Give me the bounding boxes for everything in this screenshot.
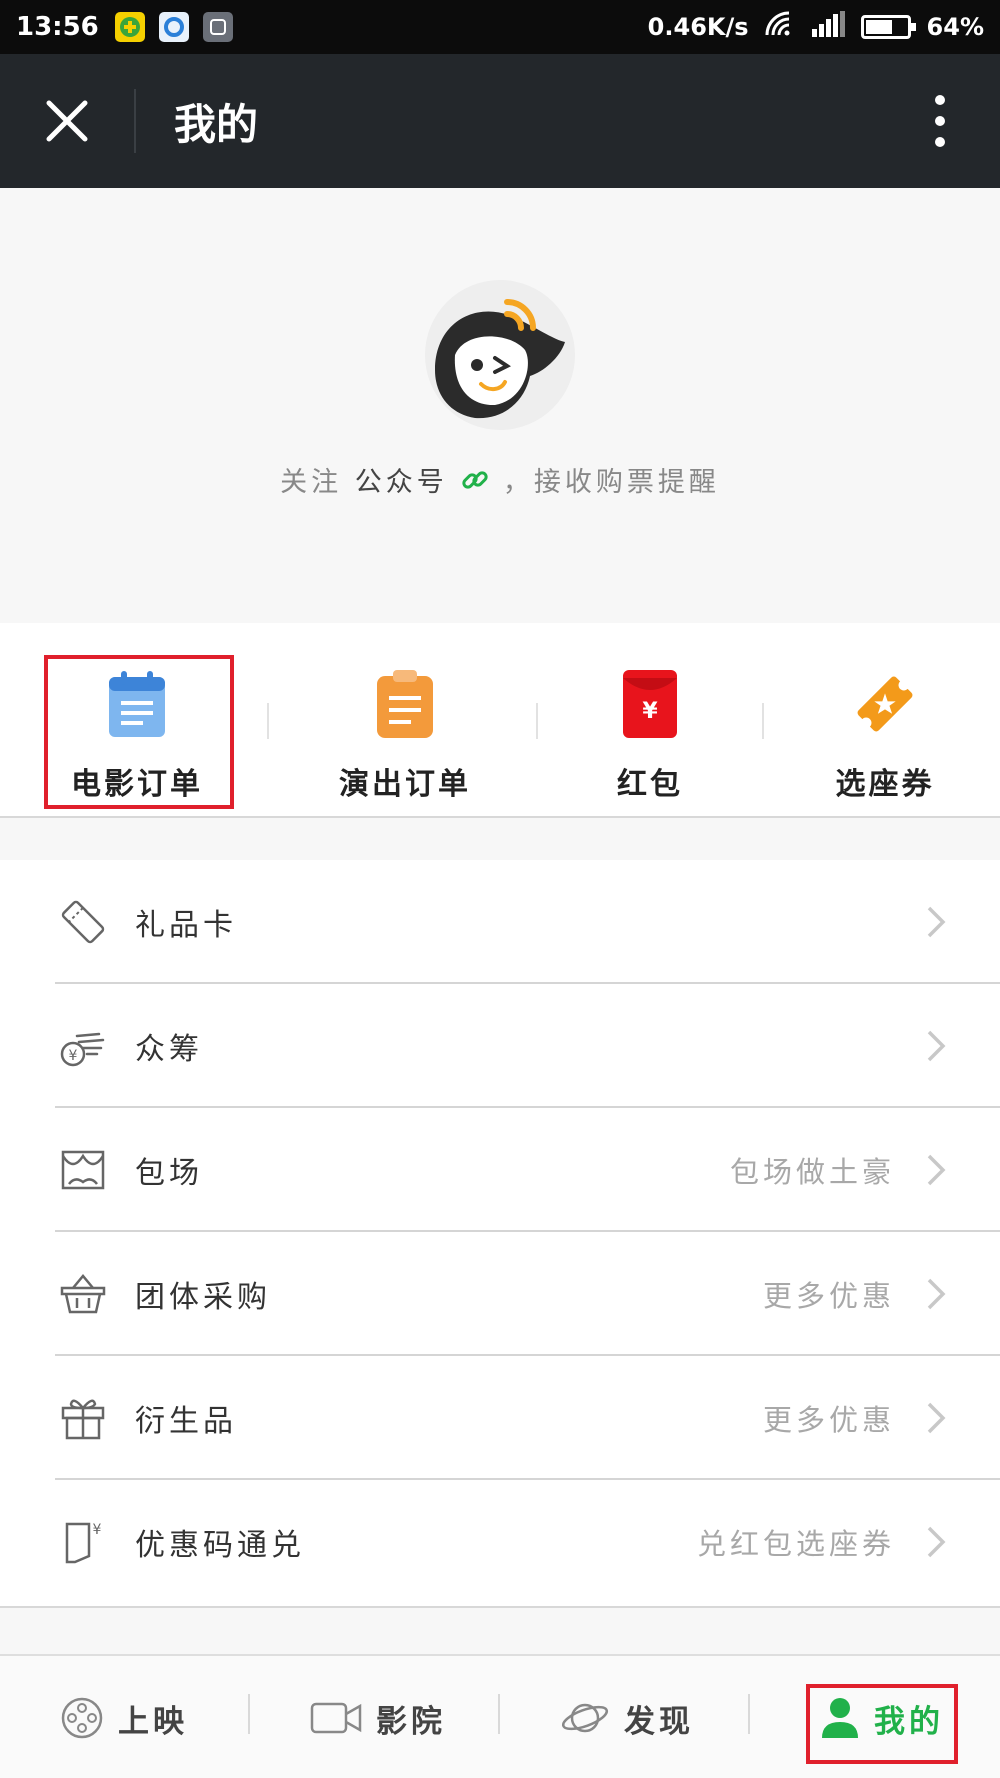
menu-item-promo-code[interactable]: ¥ 优惠码通兑 兑红包选座券	[0, 1480, 1000, 1604]
menu-item-hint: 更多优惠	[762, 1279, 895, 1313]
coupon-code-icon: ¥	[65, 1522, 102, 1564]
follow-prefix: 关注	[280, 467, 343, 498]
menu-item-crowdfunding[interactable]: ¥ 众筹	[0, 984, 1000, 1108]
menu-item-label: 众筹	[135, 1032, 203, 1067]
tab-separator	[248, 1694, 250, 1734]
crowdfunding-hand-icon: ¥	[60, 1032, 105, 1067]
chevron-right-icon	[927, 1154, 946, 1186]
quick-action-label: 选座券	[835, 767, 935, 802]
app-notification-icon	[114, 12, 145, 42]
svg-text:¥: ¥	[69, 1048, 78, 1064]
theater-icon	[61, 1150, 105, 1190]
bottom-tab-bar: 上映 影院 发现 我的	[0, 1654, 1000, 1778]
quick-separator	[267, 703, 269, 739]
status-bar: 13:56 0.46K/s 64%	[0, 0, 1000, 54]
network-speed: 0.46K/s	[647, 13, 749, 41]
tab-separator	[498, 1694, 500, 1734]
menu-item-group-purchase[interactable]: 团体采购 更多优惠	[0, 1232, 1000, 1356]
chevron-right-icon	[927, 1526, 946, 1558]
link-icon[interactable]	[460, 465, 490, 495]
battery-percent: 64%	[926, 13, 984, 41]
chevron-right-icon	[927, 906, 946, 938]
wifi-icon	[765, 11, 795, 43]
gift-card-icon	[61, 900, 105, 944]
basket-icon	[60, 1274, 106, 1314]
close-button[interactable]	[0, 54, 134, 188]
battery-fill	[865, 20, 892, 34]
menu-item-hint: 兑红包选座券	[696, 1527, 895, 1561]
title-bar: 我的	[0, 54, 1000, 188]
menu-item-label: 优惠码通兑	[135, 1528, 305, 1563]
ticket-star-icon	[857, 676, 913, 732]
tab-discover[interactable]: 发现	[560, 1656, 694, 1778]
camera-icon	[310, 1702, 362, 1734]
menu-item-label: 礼品卡	[135, 908, 237, 943]
official-account-link[interactable]: 公众号	[355, 467, 448, 498]
follow-prompt: 关注 公众号 ，接收购票提醒	[0, 460, 1000, 499]
menu-item-label: 包场	[135, 1156, 203, 1191]
clipboard-icon	[377, 670, 433, 738]
tab-label: 影院	[376, 1703, 446, 1740]
profile-header: 关注 公众号 ，接收购票提醒	[0, 188, 1000, 623]
follow-suffix: ，接收购票提醒	[502, 467, 720, 498]
movie-orders-highlight	[44, 655, 234, 809]
menu-item-gift-card[interactable]: 礼品卡	[0, 860, 1000, 984]
quick-action-label: 演出订单	[339, 767, 471, 802]
menu-item-hint: 包场做土豪	[729, 1155, 895, 1189]
quick-separator	[762, 703, 764, 739]
tool-notification-icon	[202, 12, 233, 42]
planet-icon	[561, 1703, 609, 1733]
avatar[interactable]	[425, 280, 575, 430]
menu-item-merchandise[interactable]: 衍生品 更多优惠	[0, 1356, 1000, 1480]
film-reel-icon	[61, 1697, 103, 1739]
tab-label: 上映	[118, 1703, 188, 1740]
show-orders-button[interactable]: 演出订单	[305, 623, 505, 818]
tab-now-showing[interactable]: 上映	[60, 1656, 188, 1778]
mascot-avatar-icon	[425, 280, 575, 430]
chevron-right-icon	[927, 1278, 946, 1310]
tab-label: 发现	[624, 1703, 694, 1740]
page-title: 我的	[174, 99, 259, 149]
menu-list: 礼品卡 ¥ 众筹 包场 包场做土豪 团体采购 更多优惠 衍生品 更多优惠 ¥ 优…	[0, 860, 1000, 1608]
signal-icon	[811, 11, 845, 43]
tab-mine-highlight	[806, 1684, 958, 1764]
gift-box-icon	[61, 1399, 105, 1440]
svg-text:¥: ¥	[93, 1522, 102, 1538]
more-vertical-icon	[935, 95, 945, 147]
title-divider	[134, 89, 136, 153]
quick-actions: 电影订单 演出订单 ¥ 红包 选座券	[0, 623, 1000, 818]
more-menu-button[interactable]	[880, 54, 1000, 188]
browser-notification-icon	[158, 12, 189, 42]
red-envelope-button[interactable]: ¥ 红包	[575, 623, 725, 818]
red-envelope-icon: ¥	[623, 670, 677, 738]
menu-item-label: 衍生品	[135, 1404, 237, 1439]
svg-text:¥: ¥	[642, 699, 658, 724]
seat-coupon-button[interactable]: 选座券	[800, 623, 970, 818]
menu-item-hint: 更多优惠	[762, 1403, 895, 1437]
menu-item-private-screening[interactable]: 包场 包场做土豪	[0, 1108, 1000, 1232]
status-time: 13:56	[16, 12, 99, 42]
quick-separator	[536, 703, 538, 739]
chevron-right-icon	[927, 1030, 946, 1062]
chevron-right-icon	[927, 1402, 946, 1434]
tab-cinemas[interactable]: 影院	[310, 1656, 446, 1778]
close-icon	[46, 100, 88, 142]
menu-item-label: 团体采购	[135, 1280, 271, 1315]
tab-separator	[748, 1694, 750, 1734]
battery-icon	[860, 15, 916, 39]
quick-action-label: 红包	[617, 767, 683, 802]
